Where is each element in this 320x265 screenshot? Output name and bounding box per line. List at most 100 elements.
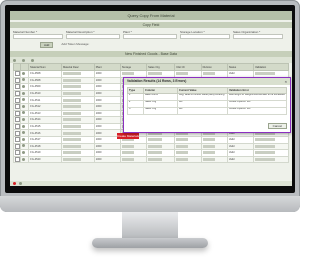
- message-label: Add Token Message:: [61, 42, 90, 46]
- dialog-title-text: Validation Results (14 Rows, 3 Errors): [127, 79, 187, 83]
- row-checkbox[interactable]: [15, 71, 20, 77]
- row-status-icon: [21, 144, 25, 148]
- cell: FG-4509: [30, 85, 41, 89]
- sales-organization-input[interactable]: [233, 34, 283, 39]
- row-checkbox[interactable]: [15, 157, 20, 162]
- storage-location-input[interactable]: [180, 34, 230, 39]
- validation-row[interactable]: 2 Sales Org Mtr Invalid Options: Mtr: [127, 100, 287, 108]
- plant-input[interactable]: [123, 34, 177, 39]
- cell: 1000: [95, 85, 102, 89]
- cell: FG-4511: [30, 98, 41, 102]
- cell: 1000: [95, 98, 102, 102]
- grid-cell: [61, 129, 95, 137]
- column-header[interactable]: Storage: [119, 63, 148, 71]
- grid-cell: Valid: [226, 135, 255, 144]
- grid-cell: FG-4508: [28, 76, 62, 85]
- row-checkbox[interactable]: [15, 104, 20, 110]
- grid-cell: [61, 96, 95, 104]
- cell: Valid: [228, 144, 235, 148]
- row-checkbox[interactable]: [15, 78, 20, 83]
- row-checkbox[interactable]: [15, 117, 20, 123]
- row-checkbox[interactable]: [15, 84, 20, 90]
- row-checkbox[interactable]: [15, 143, 20, 149]
- cell: 2: [127, 100, 144, 108]
- column-header[interactable]: Dist Ch: [174, 63, 202, 71]
- status-bar: [10, 181, 292, 186]
- row-status-icon: [21, 131, 25, 135]
- column-header[interactable]: Status: [226, 63, 255, 71]
- grid-cell: [19, 102, 30, 111]
- cell-placeholder: [63, 105, 81, 109]
- grid-cell: FG-4513: [28, 109, 62, 118]
- material-number-input[interactable]: [13, 34, 63, 39]
- validation-row[interactable]: 1 Base Uoms Keg, wide to conflict value …: [127, 93, 287, 101]
- row-checkbox[interactable]: [15, 97, 20, 103]
- grid-cell: [13, 96, 21, 104]
- cell-placeholder: [176, 138, 189, 142]
- column-header[interactable]: Plant: [93, 63, 121, 71]
- material-description-input[interactable]: [66, 34, 120, 39]
- grid-cell: FG-4519: [28, 149, 62, 157]
- grid-cell: FG-4517: [28, 135, 62, 144]
- cell-placeholder: [121, 157, 134, 161]
- table-row[interactable]: FG-4519 1000 Valid: [13, 149, 289, 157]
- grid-cell: [61, 155, 95, 164]
- table-row[interactable]: FG-4520 1000 Valid: [13, 155, 289, 164]
- column-header[interactable]: Division: [200, 63, 228, 71]
- grid-cell: 1000: [93, 142, 121, 151]
- table-row[interactable]: FG-4518 1000 Valid: [13, 142, 289, 151]
- cell: FG-4513: [30, 111, 41, 115]
- cell-placeholder: [176, 144, 189, 148]
- cell: Valid: [228, 72, 235, 76]
- export-icon[interactable]: [31, 58, 34, 62]
- field-sales-organization: Sales Organization *: [233, 30, 283, 39]
- refresh-icon[interactable]: [22, 58, 25, 62]
- row-status-icon: [21, 111, 25, 115]
- column-header[interactable]: Material Desc: [61, 63, 95, 71]
- cell-placeholder: [63, 144, 81, 148]
- grid-cell: [13, 149, 21, 157]
- cell: 1000: [95, 105, 102, 109]
- row-checkbox[interactable]: [15, 91, 20, 96]
- grid-cell: Valid: [226, 149, 255, 157]
- cancel-button[interactable]: Cancel: [267, 123, 287, 129]
- cell: Base Uoms: [143, 93, 178, 101]
- validation-dialog: Validation Results (14 Rows, 3 Errors) ×…: [123, 77, 291, 133]
- grid-cell: [13, 102, 21, 111]
- grid-cell: 1000: [93, 89, 121, 98]
- grid-cell: [61, 122, 95, 131]
- grid-cell: [61, 102, 95, 111]
- create-materials-button[interactable]: Create Materials: [117, 133, 139, 139]
- cell-placeholder: [63, 91, 81, 95]
- grid-cell: [200, 142, 228, 151]
- cell: Keg, wide to conflict value partly enter…: [177, 93, 228, 101]
- grid-cell: [19, 129, 30, 137]
- grid-cell: [19, 155, 30, 164]
- grid-cell: [146, 142, 176, 151]
- cell: FG-4519: [30, 151, 41, 155]
- cell: FG-4508: [30, 78, 41, 82]
- column-header[interactable]: Sales Org: [146, 63, 176, 71]
- grid-cell: [119, 142, 148, 151]
- column-header[interactable]: Validation: [253, 63, 289, 71]
- grid-cell: [200, 149, 228, 157]
- grid-cell: [174, 142, 202, 151]
- row-checkbox[interactable]: [15, 150, 20, 156]
- cell-placeholder: [255, 144, 276, 148]
- validation-row[interactable]: 3 Sales Org Mtr Invalid Options: Mtr: [127, 107, 287, 115]
- cell: 1000: [95, 144, 102, 148]
- row-checkbox[interactable]: [15, 137, 20, 143]
- grid-cell: [61, 109, 95, 118]
- row-checkbox[interactable]: [15, 130, 20, 136]
- column-header[interactable]: Material Num: [28, 63, 62, 71]
- row-checkbox[interactable]: [15, 124, 20, 129]
- grid-cell: 1000: [93, 155, 121, 164]
- grid-cell: [61, 135, 95, 144]
- row-checkbox[interactable]: [15, 111, 20, 116]
- grid-cell: [61, 76, 95, 85]
- cell-placeholder: [63, 131, 81, 135]
- table-row[interactable]: FG-4517 1000 Valid: [13, 135, 289, 144]
- filter-icon[interactable]: [13, 58, 16, 62]
- close-icon[interactable]: ×: [285, 78, 287, 85]
- add-button[interactable]: Add: [40, 42, 54, 48]
